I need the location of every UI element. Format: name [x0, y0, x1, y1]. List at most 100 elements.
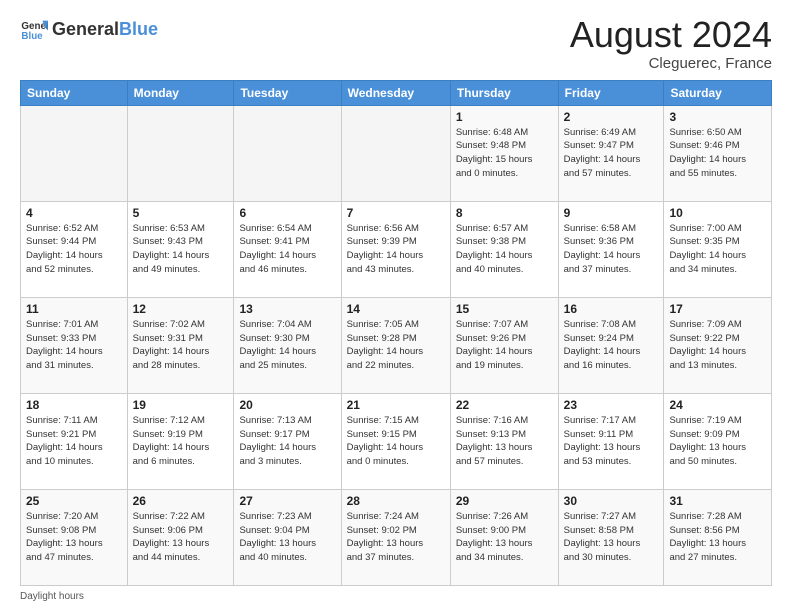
day-cell: 26 Sunrise: 7:22 AM Sunset: 9:06 PM Dayli… [127, 489, 234, 585]
day-info: Sunrise: 7:09 AM Sunset: 9:22 PM Dayligh… [669, 318, 766, 373]
day-cell: 16Sunrise: 7:08 AM Sunset: 9:24 PM Dayli… [558, 297, 664, 393]
day-number: 2 [564, 110, 659, 124]
day-cell: 30 Sunrise: 7:27 AM Sunset: 8:58 PM Dayli… [558, 489, 664, 585]
title-section: August 2024 Cleguerec, France [570, 15, 772, 72]
day-info: Sunrise: 7:23 AM Sunset: 9:04 PM Dayligh… [239, 510, 335, 565]
week-row-0: 1 Sunrise: 6:48 AM Sunset: 9:48 PM Daylig… [21, 105, 772, 201]
logo-blue: Blue [119, 19, 158, 39]
day-number: 4 [26, 206, 122, 220]
day-info: Sunrise: 7:24 AM Sunset: 9:02 PM Dayligh… [347, 510, 445, 565]
day-info: Sunrise: 7:19 AM Sunset: 9:09 PM Dayligh… [669, 414, 766, 469]
header-row: Sunday Monday Tuesday Wednesday Thursday… [21, 80, 772, 105]
day-cell: 19 Sunrise: 7:12 AM Sunset: 9:19 PM Dayli… [127, 393, 234, 489]
day-cell: 5Sunrise: 6:53 AM Sunset: 9:43 PM Daylig… [127, 201, 234, 297]
day-number: 3 [669, 110, 766, 124]
col-tuesday: Tuesday [234, 80, 341, 105]
header: General Blue GeneralBlue August 2024 Cle… [20, 15, 772, 72]
day-number: 7 [347, 206, 445, 220]
day-info: Sunrise: 7:17 AM Sunset: 9:11 PM Dayligh… [564, 414, 659, 469]
calendar-body: 1 Sunrise: 6:48 AM Sunset: 9:48 PM Daylig… [21, 105, 772, 585]
day-info: Sunrise: 7:07 AM Sunset: 9:26 PM Dayligh… [456, 318, 553, 373]
day-cell [127, 105, 234, 201]
svg-text:Blue: Blue [21, 31, 43, 42]
day-cell [234, 105, 341, 201]
day-cell: 31 Sunrise: 7:28 AM Sunset: 8:56 PM Dayli… [664, 489, 772, 585]
day-info: Sunrise: 6:52 AM Sunset: 9:44 PM Dayligh… [26, 222, 122, 277]
week-row-4: 25 Sunrise: 7:20 AM Sunset: 9:08 PM Dayli… [21, 489, 772, 585]
day-cell: 7 Sunrise: 6:56 AM Sunset: 9:39 PM Daylig… [341, 201, 450, 297]
day-cell: 20Sunrise: 7:13 AM Sunset: 9:17 PM Dayli… [234, 393, 341, 489]
day-cell: 3 Sunrise: 6:50 AM Sunset: 9:46 PM Daylig… [664, 105, 772, 201]
day-cell: 17 Sunrise: 7:09 AM Sunset: 9:22 PM Dayli… [664, 297, 772, 393]
day-info: Sunrise: 6:50 AM Sunset: 9:46 PM Dayligh… [669, 126, 766, 181]
day-info: Sunrise: 6:56 AM Sunset: 9:39 PM Dayligh… [347, 222, 445, 277]
day-number: 8 [456, 206, 553, 220]
day-cell: 15Sunrise: 7:07 AM Sunset: 9:26 PM Dayli… [450, 297, 558, 393]
day-info: Sunrise: 7:20 AM Sunset: 9:08 PM Dayligh… [26, 510, 122, 565]
month-year: August 2024 [570, 15, 772, 55]
day-info: Sunrise: 6:57 AM Sunset: 9:38 PM Dayligh… [456, 222, 553, 277]
day-number: 29 [456, 494, 553, 508]
day-cell: 18Sunrise: 7:11 AM Sunset: 9:21 PM Dayli… [21, 393, 128, 489]
day-cell: 6Sunrise: 6:54 AM Sunset: 9:41 PM Daylig… [234, 201, 341, 297]
day-info: Sunrise: 7:00 AM Sunset: 9:35 PM Dayligh… [669, 222, 766, 277]
logo-general: General [52, 19, 119, 39]
day-number: 12 [133, 302, 229, 316]
day-cell: 27 Sunrise: 7:23 AM Sunset: 9:04 PM Dayli… [234, 489, 341, 585]
day-number: 31 [669, 494, 766, 508]
col-saturday: Saturday [664, 80, 772, 105]
day-number: 6 [239, 206, 335, 220]
day-cell: 22 Sunrise: 7:16 AM Sunset: 9:13 PM Dayli… [450, 393, 558, 489]
day-info: Sunrise: 7:16 AM Sunset: 9:13 PM Dayligh… [456, 414, 553, 469]
logo: General Blue GeneralBlue [20, 15, 158, 43]
day-cell: 2 Sunrise: 6:49 AM Sunset: 9:47 PM Daylig… [558, 105, 664, 201]
day-cell: 23 Sunrise: 7:17 AM Sunset: 9:11 PM Dayli… [558, 393, 664, 489]
col-sunday: Sunday [21, 80, 128, 105]
day-info: Sunrise: 7:13 AM Sunset: 9:17 PM Dayligh… [239, 414, 335, 469]
day-number: 24 [669, 398, 766, 412]
col-thursday: Thursday [450, 80, 558, 105]
day-cell: 9Sunrise: 6:58 AM Sunset: 9:36 PM Daylig… [558, 201, 664, 297]
day-number: 22 [456, 398, 553, 412]
day-number: 27 [239, 494, 335, 508]
day-cell [21, 105, 128, 201]
day-info: Sunrise: 7:27 AM Sunset: 8:58 PM Dayligh… [564, 510, 659, 565]
day-cell: 13Sunrise: 7:04 AM Sunset: 9:30 PM Dayli… [234, 297, 341, 393]
day-info: Sunrise: 6:58 AM Sunset: 9:36 PM Dayligh… [564, 222, 659, 277]
day-info: Sunrise: 7:26 AM Sunset: 9:00 PM Dayligh… [456, 510, 553, 565]
day-number: 30 [564, 494, 659, 508]
day-number: 11 [26, 302, 122, 316]
day-info: Sunrise: 7:12 AM Sunset: 9:19 PM Dayligh… [133, 414, 229, 469]
day-info: Sunrise: 6:49 AM Sunset: 9:47 PM Dayligh… [564, 126, 659, 181]
day-number: 23 [564, 398, 659, 412]
day-number: 26 [133, 494, 229, 508]
day-number: 21 [347, 398, 445, 412]
day-info: Sunrise: 7:02 AM Sunset: 9:31 PM Dayligh… [133, 318, 229, 373]
day-info: Sunrise: 7:22 AM Sunset: 9:06 PM Dayligh… [133, 510, 229, 565]
day-number: 1 [456, 110, 553, 124]
day-number: 16 [564, 302, 659, 316]
day-cell: 12 Sunrise: 7:02 AM Sunset: 9:31 PM Dayli… [127, 297, 234, 393]
day-cell: 24 Sunrise: 7:19 AM Sunset: 9:09 PM Dayli… [664, 393, 772, 489]
calendar-page: General Blue GeneralBlue August 2024 Cle… [0, 0, 792, 612]
day-number: 19 [133, 398, 229, 412]
day-number: 17 [669, 302, 766, 316]
day-cell: 4 Sunrise: 6:52 AM Sunset: 9:44 PM Daylig… [21, 201, 128, 297]
week-row-1: 4 Sunrise: 6:52 AM Sunset: 9:44 PM Daylig… [21, 201, 772, 297]
day-cell: 10 Sunrise: 7:00 AM Sunset: 9:35 PM Dayli… [664, 201, 772, 297]
day-info: Sunrise: 7:28 AM Sunset: 8:56 PM Dayligh… [669, 510, 766, 565]
day-number: 13 [239, 302, 335, 316]
day-number: 25 [26, 494, 122, 508]
day-cell: 21Sunrise: 7:15 AM Sunset: 9:15 PM Dayli… [341, 393, 450, 489]
logo-icon: General Blue [20, 15, 48, 43]
day-info: Sunrise: 6:48 AM Sunset: 9:48 PM Dayligh… [456, 126, 553, 181]
day-cell: 29 Sunrise: 7:26 AM Sunset: 9:00 PM Dayli… [450, 489, 558, 585]
day-cell [341, 105, 450, 201]
day-number: 14 [347, 302, 445, 316]
day-cell: 11Sunrise: 7:01 AM Sunset: 9:33 PM Dayli… [21, 297, 128, 393]
day-number: 28 [347, 494, 445, 508]
day-number: 10 [669, 206, 766, 220]
daylight-label: Daylight hours [20, 591, 84, 602]
day-number: 18 [26, 398, 122, 412]
col-friday: Friday [558, 80, 664, 105]
